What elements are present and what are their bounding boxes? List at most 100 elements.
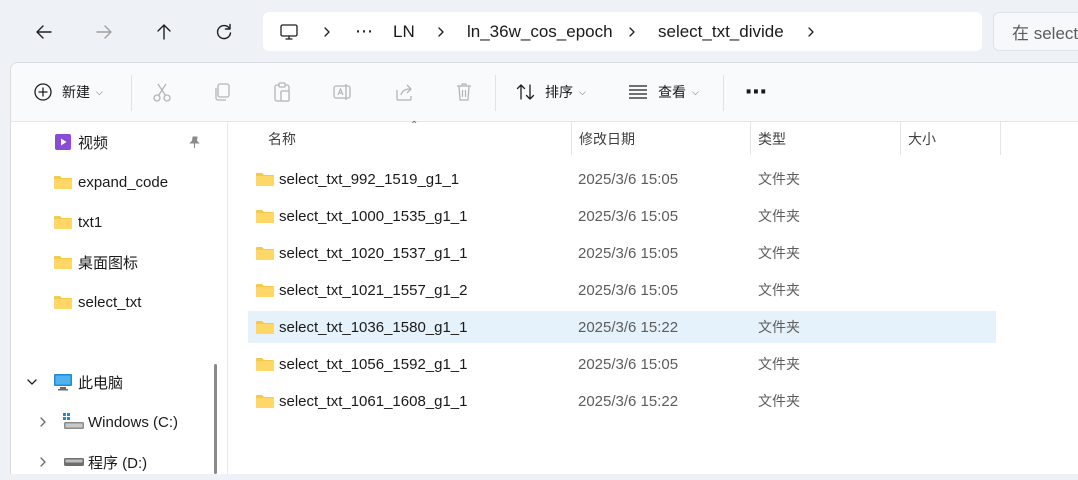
file-type: 文件夹 bbox=[758, 208, 800, 224]
plus-circle-icon bbox=[33, 82, 53, 102]
sort-label: 排序 bbox=[545, 84, 573, 100]
folder-icon bbox=[255, 348, 275, 380]
sort-icon bbox=[515, 81, 537, 103]
sidebar-item-desktop-icons[interactable]: 桌面图标 bbox=[11, 244, 219, 280]
file-type: 文件夹 bbox=[758, 356, 800, 372]
column-header-type[interactable]: 类型 bbox=[758, 122, 786, 156]
refresh-button[interactable] bbox=[204, 12, 244, 52]
chevron-right-icon[interactable] bbox=[626, 12, 638, 51]
file-type: 文件夹 bbox=[758, 245, 800, 261]
drive-icon bbox=[63, 456, 85, 468]
arrow-up-icon bbox=[154, 22, 174, 42]
folder-icon bbox=[255, 163, 275, 195]
new-button[interactable]: 新建 ⌵ bbox=[33, 63, 103, 121]
table-row[interactable]: select_txt_1061_1608_g1_1 2025/3/6 15:22… bbox=[248, 385, 996, 417]
chevron-right-icon[interactable] bbox=[37, 416, 49, 428]
file-name: select_txt_1036_1580_g1_1 bbox=[279, 318, 468, 336]
rename-button[interactable] bbox=[331, 63, 353, 121]
table-row[interactable]: select_txt_1056_1592_g1_1 2025/3/6 15:05… bbox=[248, 348, 996, 380]
sidebar-item-label: select_txt bbox=[78, 293, 142, 311]
table-row[interactable]: select_txt_1000_1535_g1_1 2025/3/6 15:05… bbox=[248, 200, 996, 232]
sidebar-item-label: 程序 (D:) bbox=[88, 454, 148, 472]
table-row-selected[interactable]: select_txt_1036_1580_g1_1 2025/3/6 15:22… bbox=[248, 311, 996, 343]
explorer-window: 新建 ⌵ 排序 ⌵ 查看 ⌵ ⋯ 视频 expand_code txt1 桌面图… bbox=[10, 62, 1078, 474]
sidebar-item-select-txt[interactable]: select_txt bbox=[11, 284, 219, 320]
file-name: select_txt_1020_1537_g1_1 bbox=[279, 244, 468, 262]
file-type: 文件夹 bbox=[758, 319, 800, 335]
chevron-right-icon[interactable] bbox=[805, 12, 817, 51]
sidebar-item-expand-code[interactable]: expand_code bbox=[11, 164, 219, 200]
file-date: 2025/3/6 15:05 bbox=[578, 355, 679, 373]
table-row[interactable]: select_txt_1020_1537_g1_1 2025/3/6 15:05… bbox=[248, 237, 996, 269]
table-row[interactable]: select_txt_992_1519_g1_1 2025/3/6 15:05 … bbox=[248, 163, 996, 195]
computer-icon[interactable] bbox=[279, 12, 299, 51]
forward-button[interactable] bbox=[84, 12, 124, 52]
file-name: select_txt_1021_1557_g1_2 bbox=[279, 281, 468, 299]
chevron-right-icon[interactable] bbox=[435, 12, 447, 51]
address-overflow-button[interactable]: ⋯ bbox=[355, 12, 373, 51]
folder-icon bbox=[255, 274, 275, 306]
navigation-pane: 视频 expand_code txt1 桌面图标 select_txt 此电脑 … bbox=[11, 122, 219, 474]
sidebar-item-label: 此电脑 bbox=[78, 374, 124, 392]
table-row[interactable]: select_txt_1021_1557_g1_2 2025/3/6 15:05… bbox=[248, 274, 996, 306]
file-name: select_txt_992_1519_g1_1 bbox=[279, 170, 460, 188]
trash-icon bbox=[453, 81, 475, 103]
scissors-icon bbox=[151, 81, 173, 103]
sidebar-item-videos[interactable]: 视频 bbox=[11, 124, 219, 160]
file-date: 2025/3/6 15:05 bbox=[578, 207, 679, 225]
sort-button[interactable]: 排序 ⌵ bbox=[515, 63, 586, 121]
list-view-icon bbox=[627, 81, 649, 103]
sidebar-item-txt1[interactable]: txt1 bbox=[11, 204, 219, 240]
delete-button[interactable] bbox=[453, 63, 475, 121]
search-input[interactable]: 在 select bbox=[993, 12, 1078, 51]
folder-icon bbox=[53, 174, 73, 190]
column-divider[interactable] bbox=[571, 122, 572, 155]
copy-button[interactable] bbox=[211, 63, 233, 121]
address-segment-ln-36w[interactable]: ln_36w_cos_epoch bbox=[467, 12, 613, 51]
column-header-date[interactable]: 修改日期 bbox=[579, 122, 635, 156]
share-button[interactable] bbox=[393, 63, 415, 121]
up-button[interactable] bbox=[144, 12, 184, 52]
video-folder-icon bbox=[54, 133, 72, 151]
chevron-down-icon[interactable] bbox=[26, 376, 38, 388]
column-header-size[interactable]: 大小 bbox=[908, 122, 936, 156]
file-date: 2025/3/6 15:05 bbox=[578, 281, 679, 299]
sidebar-scrollbar[interactable] bbox=[214, 364, 217, 474]
pin-icon[interactable] bbox=[188, 136, 201, 149]
toolbar-divider bbox=[495, 75, 496, 111]
chevron-right-icon[interactable] bbox=[37, 456, 49, 468]
sidebar-item-this-pc[interactable]: 此电脑 bbox=[11, 364, 219, 400]
column-header-name[interactable]: 名称 bbox=[268, 122, 296, 156]
file-list: ⌃ 名称 修改日期 类型 大小 select_txt_992_1519_g1_1… bbox=[228, 120, 1078, 474]
file-type: 文件夹 bbox=[758, 393, 800, 409]
folder-icon bbox=[255, 200, 275, 232]
chevron-right-icon[interactable] bbox=[321, 12, 333, 51]
file-name: select_txt_1000_1535_g1_1 bbox=[279, 207, 468, 225]
sidebar-item-drive-c[interactable]: Windows (C:) bbox=[11, 404, 219, 440]
view-button[interactable]: 查看 ⌵ bbox=[627, 63, 699, 121]
refresh-icon bbox=[214, 22, 234, 42]
rename-icon bbox=[331, 81, 353, 103]
address-bar[interactable]: ⋯ LN ln_36w_cos_epoch select_txt_divide bbox=[263, 12, 982, 51]
file-date: 2025/3/6 15:05 bbox=[578, 244, 679, 262]
sidebar-item-drive-d[interactable]: 程序 (D:) bbox=[11, 444, 219, 480]
column-divider[interactable] bbox=[750, 122, 751, 155]
sort-ascending-icon: ⌃ bbox=[410, 120, 419, 131]
paste-button[interactable] bbox=[271, 63, 293, 121]
back-button[interactable] bbox=[24, 12, 64, 52]
more-options-button[interactable]: ⋯ bbox=[745, 63, 767, 121]
file-date: 2025/3/6 15:05 bbox=[578, 170, 679, 188]
toolbar-divider bbox=[723, 75, 724, 111]
command-bar: 新建 ⌵ 排序 ⌵ 查看 ⌵ ⋯ bbox=[11, 63, 1078, 122]
address-segment-current[interactable]: select_txt_divide bbox=[658, 12, 784, 51]
view-label: 查看 bbox=[658, 84, 686, 100]
folder-icon bbox=[255, 311, 275, 343]
sidebar-item-label: 视频 bbox=[78, 134, 109, 152]
cut-button[interactable] bbox=[151, 63, 173, 121]
column-divider[interactable] bbox=[1000, 122, 1001, 155]
computer-icon bbox=[53, 373, 73, 391]
column-divider[interactable] bbox=[900, 122, 901, 155]
clipboard-icon bbox=[271, 81, 293, 103]
address-segment-ln[interactable]: LN bbox=[393, 12, 415, 51]
sidebar-item-label: 桌面图标 bbox=[78, 254, 139, 272]
